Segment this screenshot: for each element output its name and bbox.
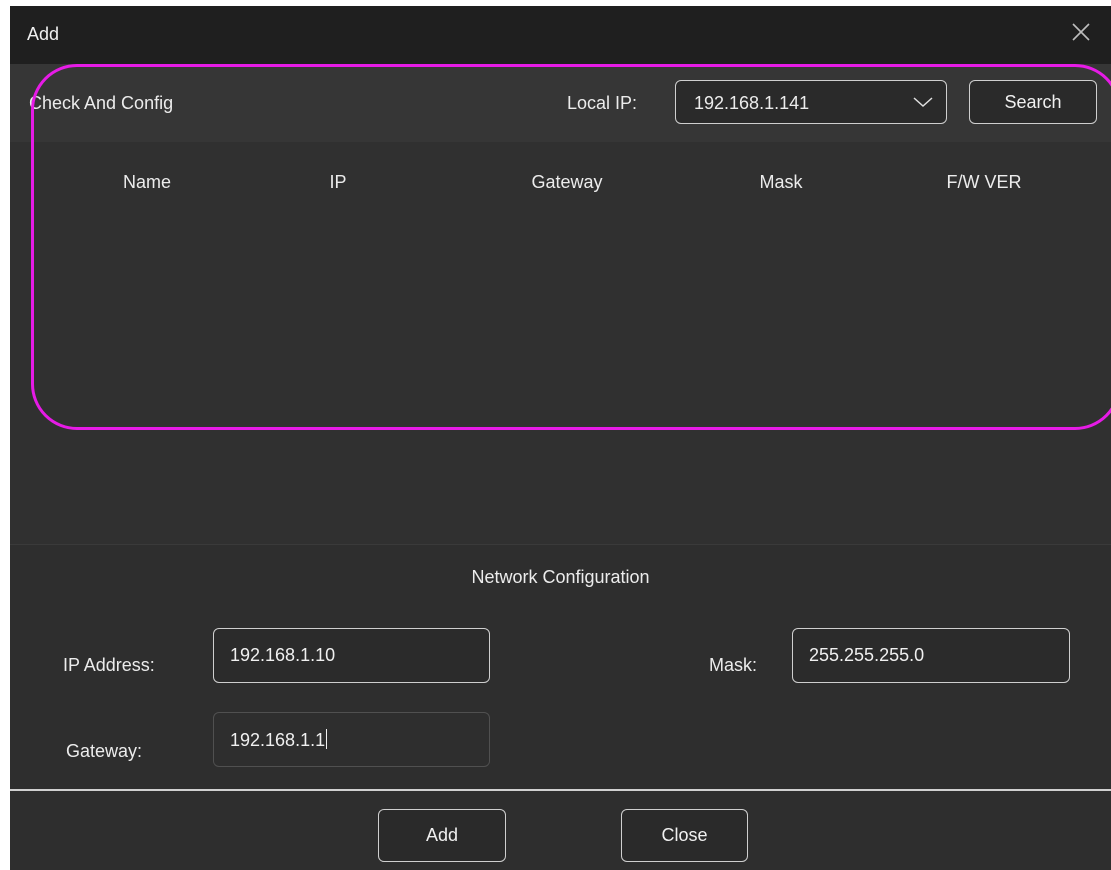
column-header-fw-ver[interactable]: F/W VER [924,172,1044,193]
text-caret [326,729,328,749]
window-title: Add [27,24,60,44]
column-header-mask[interactable]: Mask [721,172,841,193]
mask-value: 255.255.255.0 [809,645,925,665]
gateway-value: 192.168.1.1 [230,729,328,750]
local-ip-value: 192.168.1.141 [694,93,810,113]
mask-field[interactable]: 255.255.255.0 [792,628,1070,683]
footer-separator [10,789,1111,791]
device-table [10,142,1111,544]
close-icon[interactable] [1069,20,1093,44]
column-header-name[interactable]: Name [87,172,207,193]
chevron-down-icon [913,97,933,108]
mask-label: Mask: [709,655,758,675]
ip-address-value: 192.168.1.10 [230,645,336,665]
ip-address-field[interactable]: 192.168.1.10 [213,628,490,683]
search-button[interactable]: Search [969,80,1097,124]
ip-address-label: IP Address: [63,655,155,675]
column-header-gateway[interactable]: Gateway [507,172,627,193]
section-title: Check And Config [29,93,174,113]
gateway-label: Gateway: [66,741,143,761]
gateway-field[interactable]: 192.168.1.1 [213,712,490,767]
network-config-title: Network Configuration [471,567,650,587]
title-bar: Add [10,6,1111,64]
column-header-ip[interactable]: IP [278,172,398,193]
add-button[interactable]: Add [378,809,506,862]
close-button[interactable]: Close [621,809,748,862]
local-ip-select[interactable]: 192.168.1.141 [675,80,947,124]
add-dialog: Add Check And Config Local IP: 192.168.1… [10,6,1111,870]
local-ip-label: Local IP: [567,93,638,113]
divider [10,544,1111,545]
